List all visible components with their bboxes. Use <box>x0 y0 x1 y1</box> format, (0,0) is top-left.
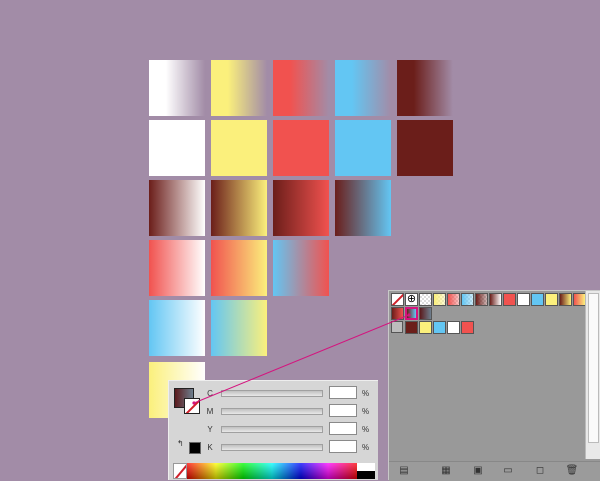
swatch-yellow-chip[interactable] <box>545 293 558 306</box>
swatch-maroon-white-chip[interactable] <box>489 293 502 306</box>
swatch-yellow-fade <box>211 60 267 116</box>
new-swatch-icon[interactable]: ◻ <box>533 465 547 477</box>
slider-y[interactable] <box>221 426 323 433</box>
swatch-blue-white <box>149 300 205 356</box>
swatch-maroon-white <box>149 180 205 236</box>
group-yellow-chip[interactable] <box>419 321 432 334</box>
swatches-toolbar: ▤ ▦ ▣ ▭ ◻ 🗑 <box>389 461 600 481</box>
swatch-red-solid <box>273 120 329 176</box>
slider-c[interactable] <box>221 390 323 397</box>
swatch-selected-gradient-chip[interactable] <box>405 307 418 320</box>
swatch-maroon-blue <box>335 180 391 236</box>
registration-icon[interactable]: ⊕ <box>405 293 418 306</box>
swatch-red-fade <box>273 60 329 116</box>
channel-label-c: C <box>207 389 213 398</box>
swatch-options-icon[interactable]: ▣ <box>471 465 485 477</box>
swatches-scrollbar[interactable] <box>585 291 600 459</box>
swatch-maroon-fade <box>397 60 453 116</box>
white-chip[interactable] <box>357 463 375 471</box>
unit-c: % <box>362 389 370 398</box>
group-red-chip[interactable] <box>461 321 474 334</box>
new-color-group-icon[interactable]: ▭ <box>501 465 515 477</box>
channel-label-m: M <box>206 407 214 416</box>
swatch-maroon-red-chip[interactable] <box>391 307 404 320</box>
input-c[interactable] <box>329 386 357 399</box>
swatch-none[interactable] <box>391 293 404 306</box>
group-white-chip[interactable] <box>447 321 460 334</box>
color-panel: C % M % Y % ↰ K % <box>168 380 378 480</box>
channel-label-k: K <box>207 443 213 452</box>
swatch-maroon-blue-chip[interactable] <box>419 307 432 320</box>
swatch-red-yellow <box>211 240 267 296</box>
group-maroon-chip[interactable] <box>405 321 418 334</box>
color-spectrum[interactable] <box>187 463 357 479</box>
channel-label-y: Y <box>207 425 213 434</box>
swatch-blue-fade <box>335 60 391 116</box>
input-y[interactable] <box>329 422 357 435</box>
input-m[interactable] <box>329 404 357 417</box>
black-white-picker[interactable] <box>357 463 375 479</box>
unit-m: % <box>362 407 370 416</box>
group-blue-chip[interactable] <box>433 321 446 334</box>
slider-m[interactable] <box>221 408 323 415</box>
none-slash-icon <box>174 464 186 478</box>
swatch-white-solid <box>149 120 205 176</box>
last-color-arrow-icon[interactable]: ↰ <box>177 439 184 448</box>
none-color-button[interactable] <box>173 463 187 479</box>
input-k[interactable] <box>329 440 357 453</box>
slider-k[interactable] <box>221 444 323 451</box>
swatch-libraries-icon[interactable]: ▤ <box>397 465 411 477</box>
swatch-maroon-red <box>273 180 329 236</box>
swatch-blue-yellow <box>211 300 267 356</box>
swatch-blue-chip[interactable] <box>531 293 544 306</box>
swatch-maroon-fade-chip[interactable] <box>475 293 488 306</box>
swatch-red-chip[interactable] <box>503 293 516 306</box>
swatch-blue-solid <box>335 120 391 176</box>
swatch-maroon-solid <box>397 120 453 176</box>
swatch-red-white <box>149 240 205 296</box>
black-chip[interactable] <box>357 471 375 479</box>
last-color-swatch[interactable] <box>189 442 201 454</box>
swatch-white-chip[interactable] <box>517 293 530 306</box>
stroke-swatch[interactable] <box>184 398 200 414</box>
swatch-white-fade-chip[interactable] <box>419 293 432 306</box>
swatch-yellow-fade-chip[interactable] <box>433 293 446 306</box>
none-slash-icon <box>185 399 199 413</box>
swatch-yellow-solid <box>211 120 267 176</box>
swatch-blue-fade-chip[interactable] <box>461 293 474 306</box>
scroll-thumb[interactable] <box>588 293 599 443</box>
swatch-maroon-yellow-chip[interactable] <box>559 293 572 306</box>
swatch-blue-red <box>273 240 329 296</box>
delete-swatch-icon[interactable]: 🗑 <box>565 465 579 477</box>
swatches-panel: ⊕ ▤ ▦ ▣ ▭ ◻ 🗑 <box>388 290 600 481</box>
unit-y: % <box>362 425 370 434</box>
unit-k: % <box>362 443 370 452</box>
color-group-folder-icon[interactable] <box>391 321 403 333</box>
swatch-maroon-yellow <box>211 180 267 236</box>
show-kinds-icon[interactable]: ▦ <box>439 465 453 477</box>
swatch-red-fade-chip[interactable] <box>447 293 460 306</box>
swatch-white-fade <box>149 60 205 116</box>
